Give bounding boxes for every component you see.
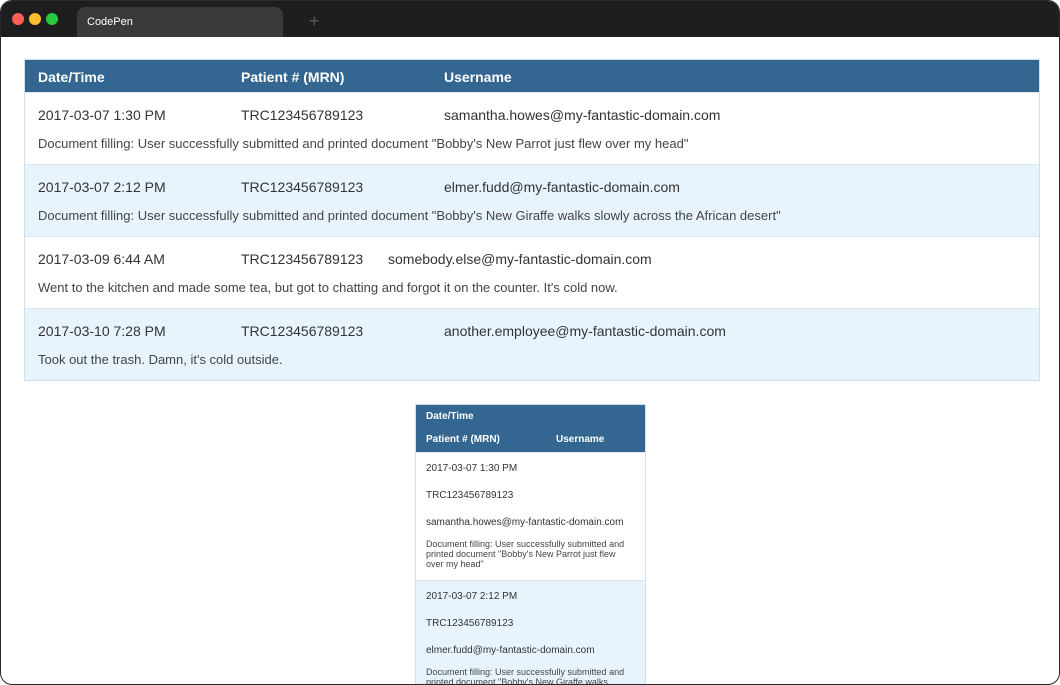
tab-codepen[interactable]: CodePen <box>77 7 283 37</box>
table-row: 2017-03-10 7:28 PM TRC123456789123 anoth… <box>25 308 1039 380</box>
table-row: 2017-03-09 6:44 AM TRC123456789123 someb… <box>25 236 1039 308</box>
cell-datetime: 2017-03-07 1:30 PM <box>426 463 518 474</box>
cell-datetime: 2017-03-07 1:30 PM <box>38 107 166 123</box>
cell-note: Took out the trash. Damn, it's cold outs… <box>38 352 283 367</box>
cell-username: another.employee@my-fantastic-domain.com <box>444 323 726 339</box>
cell-datetime: 2017-03-07 2:12 PM <box>38 179 166 195</box>
cell-note: Went to the kitchen and made some tea, b… <box>38 280 618 295</box>
cell-datetime: 2017-03-07 2:12 PM <box>426 591 518 602</box>
browser-window: CodePen + Date/Time Patient # (MRN) User… <box>0 0 1060 685</box>
header-username: Username <box>444 69 512 85</box>
tab-title: CodePen <box>87 16 133 28</box>
cell-note-line: over my head" <box>426 559 484 569</box>
header-patient: Patient # (MRN) <box>241 69 345 85</box>
cell-datetime: 2017-03-10 7:28 PM <box>38 323 166 339</box>
title-bar: CodePen + <box>1 1 1059 37</box>
minimize-window-icon[interactable] <box>29 13 41 25</box>
cell-username: samantha.howes@my-fantastic-domain.com <box>426 517 624 528</box>
cell-username: samantha.howes@my-fantastic-domain.com <box>444 107 721 123</box>
responsive-table-preview: Date/Time Patient # (MRN) Username 2017-… <box>415 404 646 685</box>
header-datetime: Date/Time <box>38 69 105 85</box>
cell-username: somebody.else@my-fantastic-domain.com <box>388 251 652 267</box>
header-username: Username <box>556 434 605 445</box>
cell-datetime: 2017-03-09 6:44 AM <box>38 251 165 267</box>
table-row: 2017-03-07 2:12 PM TRC123456789123 elmer… <box>25 164 1039 236</box>
cell-patient: TRC123456789123 <box>241 323 364 339</box>
cell-username: elmer.fudd@my-fantastic-domain.com <box>444 179 680 195</box>
cell-username: elmer.fudd@my-fantastic-domain.com <box>426 645 595 656</box>
cell-note-line: Document filling: User successfully subm… <box>426 539 625 549</box>
close-window-icon[interactable] <box>12 13 24 25</box>
cell-patient: TRC123456789123 <box>426 618 514 629</box>
cell-note-line: printed document "Bobby's New Giraffe wa… <box>426 677 608 685</box>
table-header: Date/Time Patient # (MRN) Username <box>25 60 1039 92</box>
header-datetime: Date/Time <box>426 411 474 422</box>
table-row: 2017-03-07 2:12 PM TRC123456789123 elmer… <box>416 580 645 685</box>
cell-patient: TRC123456789123 <box>426 490 514 501</box>
cell-note-line: printed document "Bobby's New Parrot jus… <box>426 549 616 559</box>
cell-patient: TRC123456789123 <box>241 107 364 123</box>
new-tab-button[interactable]: + <box>309 10 320 32</box>
cell-note: Document filling: User successfully subm… <box>38 136 689 151</box>
table-header: Date/Time Patient # (MRN) Username <box>416 405 645 452</box>
audit-log-table: Date/Time Patient # (MRN) Username 2017-… <box>24 59 1040 381</box>
header-patient: Patient # (MRN) <box>426 434 500 445</box>
table-row: 2017-03-07 1:30 PM TRC123456789123 saman… <box>25 92 1039 164</box>
cell-patient: TRC123456789123 <box>241 251 364 267</box>
cell-patient: TRC123456789123 <box>241 179 364 195</box>
cell-note-line: Document filling: User successfully subm… <box>426 667 625 677</box>
cell-note: Document filling: User successfully subm… <box>38 208 781 223</box>
maximize-window-icon[interactable] <box>46 13 58 25</box>
table-row: 2017-03-07 1:30 PM TRC123456789123 saman… <box>416 452 645 580</box>
